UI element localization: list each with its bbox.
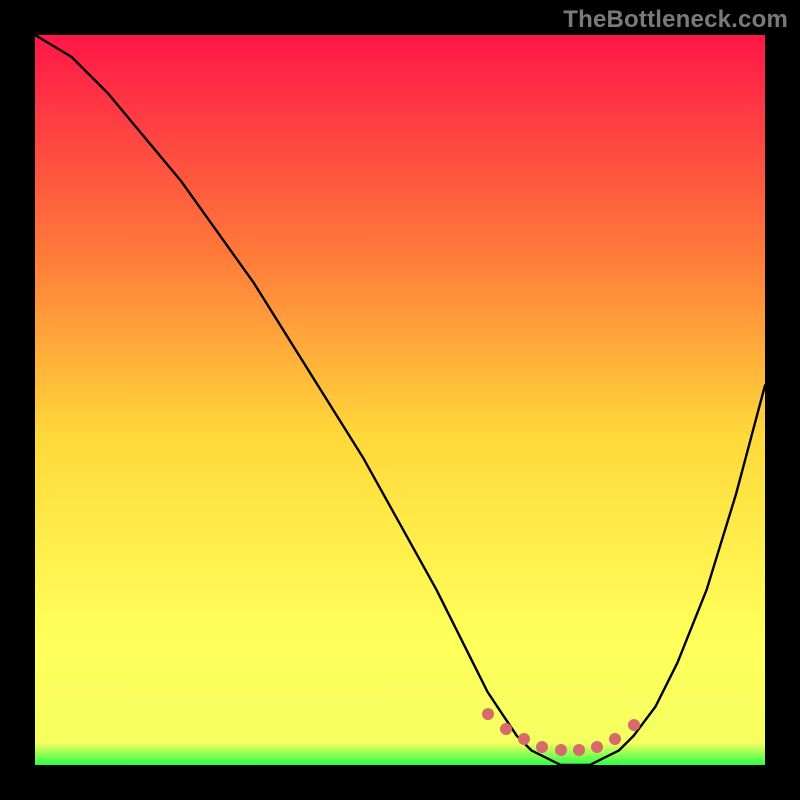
optimal-marker xyxy=(536,741,548,753)
optimal-marker xyxy=(482,708,494,720)
marker-layer xyxy=(35,35,765,765)
optimal-marker xyxy=(555,744,567,756)
optimal-marker xyxy=(573,744,585,756)
optimal-marker xyxy=(591,741,603,753)
optimal-marker xyxy=(518,733,530,745)
optimal-marker xyxy=(628,719,640,731)
plot-area xyxy=(35,35,765,765)
watermark-text: TheBottleneck.com xyxy=(563,6,788,34)
optimal-marker xyxy=(500,723,512,735)
optimal-marker xyxy=(609,733,621,745)
chart-stage: TheBottleneck.com xyxy=(0,0,800,800)
